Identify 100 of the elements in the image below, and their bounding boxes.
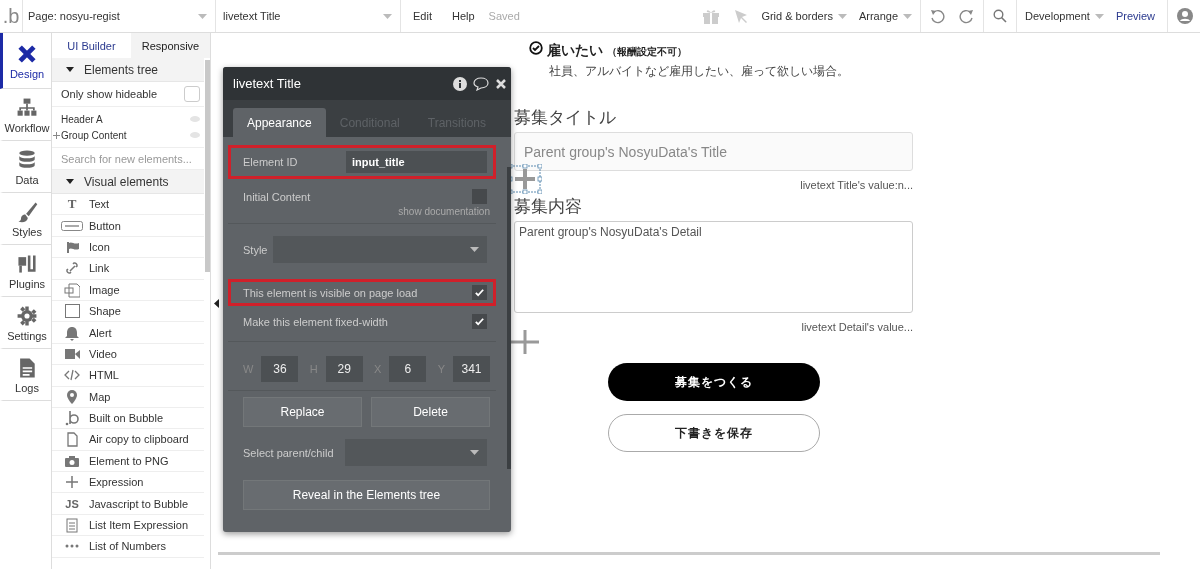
plus-icon[interactable]: [53, 131, 60, 139]
field-caption: livetext Title's value:n...: [799, 179, 913, 191]
list-clipboard-icon: [64, 517, 80, 534]
dimension-field[interactable]: 29: [325, 356, 363, 382]
option-note: （報酬設定不可）: [607, 45, 687, 59]
element-label: Icon: [89, 240, 110, 253]
dimension-field[interactable]: 36: [261, 356, 299, 382]
option-title: 雇いたい: [547, 42, 603, 60]
element-item[interactable]: JS Javascript to Bubble: [52, 493, 204, 515]
search-icon[interactable]: [993, 9, 1008, 23]
redo-icon[interactable]: [959, 8, 975, 24]
tree-item[interactable]: Group Content: [61, 129, 127, 141]
nav-tab[interactable]: Workflow: [0, 89, 51, 141]
nav-label: Styles: [12, 225, 42, 238]
caret-icon: [837, 13, 847, 19]
element-item[interactable]: Element to PNG: [52, 450, 204, 473]
comment-icon[interactable]: [473, 76, 489, 91]
nav-label: Logs: [15, 381, 39, 394]
selection-handles-drawing[interactable]: [508, 164, 542, 194]
element-item[interactable]: List Item Expression: [52, 514, 204, 537]
caret-icon: [198, 13, 207, 19]
element-item[interactable]: Link: [52, 258, 204, 280]
info-icon[interactable]: [453, 76, 467, 91]
close-icon[interactable]: [495, 77, 507, 90]
element-id-field[interactable]: input_title: [346, 151, 487, 173]
section-header[interactable]: Elements tree: [52, 58, 204, 82]
element-label: Built on Bubble: [89, 412, 163, 425]
element-item[interactable]: Icon: [52, 236, 204, 259]
field-label: Initial Content: [243, 190, 311, 203]
element-label: HTML: [89, 369, 119, 382]
checkbox[interactable]: [472, 314, 487, 329]
element-label: Air copy to clipboard: [89, 433, 189, 446]
checkmark-icon: [474, 316, 485, 327]
section-title: Elements tree: [84, 62, 159, 77]
element-item[interactable]: Shape: [52, 300, 204, 323]
checkbox[interactable]: [472, 285, 487, 300]
nav-label: Workflow: [4, 121, 50, 134]
checkmark-icon: [474, 287, 485, 298]
element-item[interactable]: T Text: [52, 194, 204, 216]
nav-label: Plugins: [8, 277, 46, 290]
element-label: Image: [89, 283, 120, 296]
element-item[interactable]: List of Numbers: [52, 536, 204, 558]
check-circle-icon[interactable]: [529, 41, 543, 55]
element-item[interactable]: Button: [52, 215, 204, 237]
app-logo[interactable]: .b: [0, 4, 22, 28]
input-field[interactable]: Parent group's NosyuData's Title: [514, 132, 913, 171]
option-description: 社員、アルバイトなど雇用したい、雇って欲しい場合。: [549, 63, 850, 80]
panel-tab[interactable]: Responsive: [131, 33, 210, 58]
menu-item[interactable]: Edit: [403, 10, 442, 22]
nav-tab[interactable]: Plugins: [0, 245, 51, 297]
tree-item[interactable]: Header A: [61, 113, 103, 125]
collapse-arrow-icon[interactable]: [214, 299, 219, 308]
caret-icon: [383, 13, 392, 19]
element-item[interactable]: Air copy to clipboard: [52, 429, 204, 451]
grid-borders-menu[interactable]: Grid & borders: [755, 10, 853, 22]
nav-tab[interactable]: Styles: [0, 193, 51, 245]
field-label: Element ID: [243, 156, 298, 168]
link-icon: [64, 260, 80, 277]
user-avatar-icon[interactable]: [1177, 8, 1193, 24]
arrange-menu[interactable]: Arrange: [852, 10, 919, 22]
page-select[interactable]: Page: nosyu-regist: [22, 0, 215, 32]
field-label: Style: [243, 243, 268, 256]
element-item[interactable]: Expression: [52, 472, 204, 494]
save-draft-button[interactable]: 下書きを保存: [607, 414, 820, 452]
bell-icon: [64, 324, 80, 341]
element-label: Button: [89, 219, 121, 232]
element-item[interactable]: Alert: [52, 322, 204, 344]
dots-icon: [65, 544, 79, 549]
dimension-field[interactable]: 6: [389, 356, 427, 382]
undo-icon[interactable]: [930, 8, 946, 24]
preview-link[interactable]: Preview: [1109, 10, 1165, 22]
checkbox[interactable]: [184, 86, 200, 102]
section-header[interactable]: Visual elements: [52, 170, 204, 194]
nav-label: Design: [9, 67, 45, 80]
reveal-button[interactable]: Reveal in the Elements tree: [243, 480, 490, 510]
create-button[interactable]: 募集をつくる: [607, 363, 820, 401]
element-item[interactable]: Video: [52, 343, 204, 366]
field-caption: livetext Detail's value...: [800, 321, 913, 333]
action-button[interactable]: Delete: [371, 397, 490, 427]
element-item[interactable]: HTML: [52, 365, 204, 387]
element-label: Element to PNG: [89, 454, 169, 467]
element-item[interactable]: Built on Bubble: [52, 407, 204, 430]
element-item[interactable]: Image: [52, 279, 204, 301]
action-button[interactable]: Replace: [243, 397, 362, 427]
nav-tab[interactable]: Settings: [0, 297, 51, 349]
field-label: Select parent/child: [243, 446, 334, 459]
nav-tab[interactable]: Data: [0, 141, 51, 193]
nav-tab[interactable]: Logs: [0, 349, 51, 401]
mode-select[interactable]: Development: [1019, 10, 1110, 22]
checkbox[interactable]: [472, 189, 487, 204]
element-item[interactable]: Map: [52, 386, 204, 408]
element-label: Shape: [89, 305, 121, 318]
panel-tab[interactable]: Appearance: [233, 108, 326, 137]
text-area[interactable]: Parent group's NosyuData's Detail: [514, 221, 913, 313]
caret-icon: [903, 13, 913, 19]
dimension-field[interactable]: 341: [452, 356, 490, 382]
menu-item[interactable]: Help: [441, 10, 485, 22]
plus-icon[interactable]: [511, 330, 539, 354]
element-select[interactable]: livetext Title: [215, 0, 400, 32]
section-title: Visual elements: [84, 174, 169, 189]
